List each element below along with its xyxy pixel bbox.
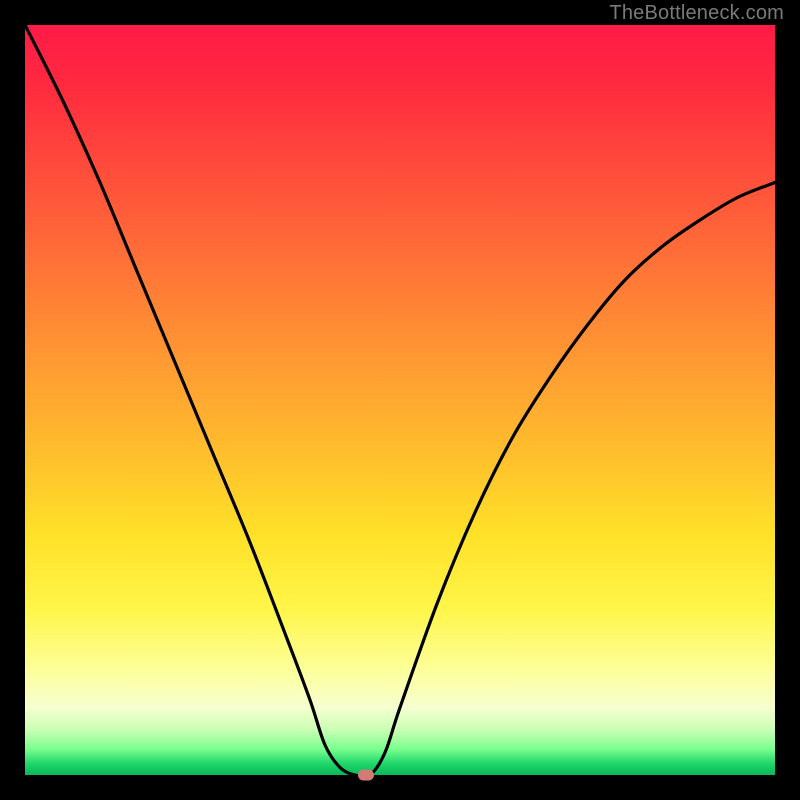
watermark-text: TheBottleneck.com	[609, 2, 784, 25]
plot-area	[25, 25, 775, 775]
bottleneck-curve	[25, 25, 775, 775]
chart-frame: TheBottleneck.com	[0, 0, 800, 800]
optimum-marker	[358, 770, 374, 781]
